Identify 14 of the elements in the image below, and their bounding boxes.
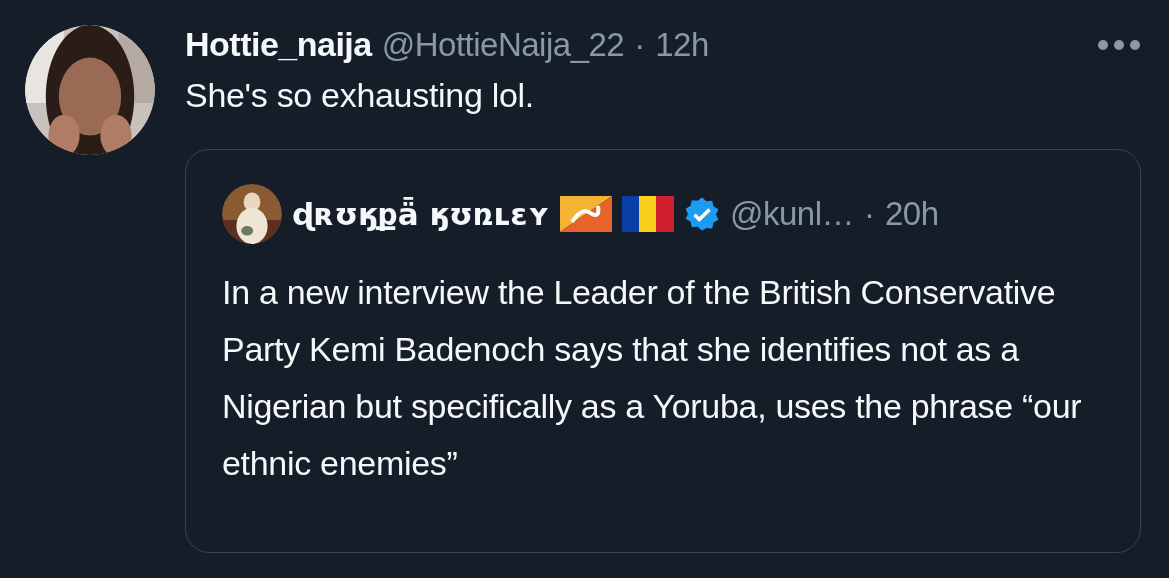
separator-dot: · [634, 25, 646, 64]
more-icon[interactable] [1097, 38, 1141, 51]
user-name[interactable]: Hottie_naija [185, 25, 372, 64]
post-time[interactable]: 20h [884, 195, 939, 233]
post-text: She's so exhausting lol. [185, 76, 535, 115]
post-time[interactable]: 12h [655, 25, 709, 64]
quoted-post-card[interactable] [185, 149, 1141, 553]
quoted-user-name[interactable]: ɖʀʊӄքǟ ӄʊռʟɛʏ [292, 196, 550, 232]
separator-dot: · [863, 195, 875, 233]
user-handle[interactable]: @HottieNaija_22 [381, 25, 625, 64]
quoted-post-text: In a new interview the Leader of the British Conservative Party Kemi Badenoch says that she identifies not as a Nigerian but specifically as a Yoruba, uses the phrase “our ethnic enemies” [222, 272, 1083, 484]
flag-icon [621, 196, 674, 232]
flag-icon [559, 196, 612, 232]
quoted-user-handle[interactable]: @kunl… [729, 195, 854, 233]
